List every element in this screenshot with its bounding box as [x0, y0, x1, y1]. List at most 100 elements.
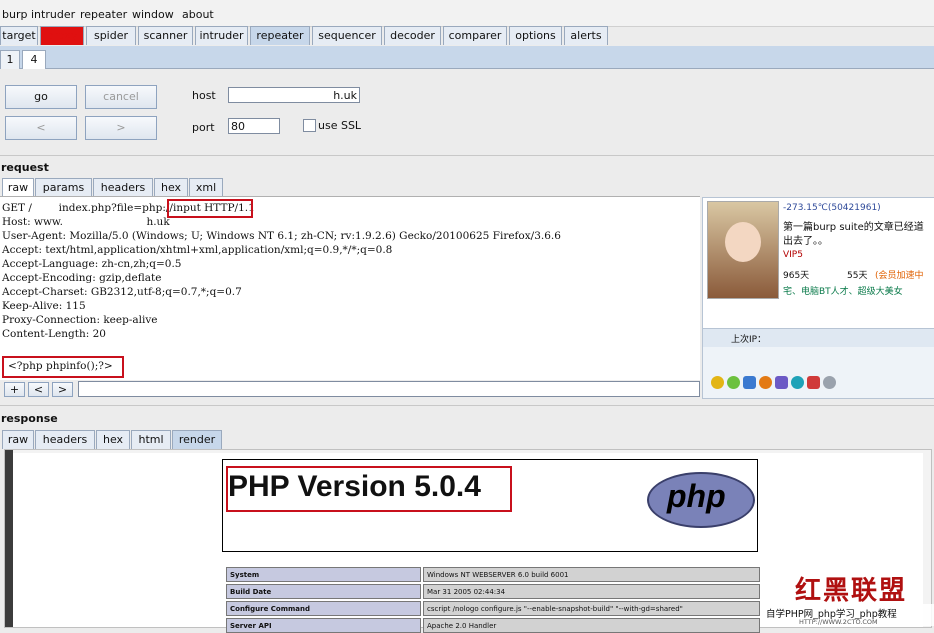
- request-editor[interactable]: GET / index.php?file=php://input HTTP/1.…: [0, 196, 700, 380]
- menu-window[interactable]: window: [132, 8, 174, 21]
- response-tab-html[interactable]: html: [131, 430, 171, 449]
- search-input[interactable]: [78, 381, 700, 397]
- php-header-box: PHP Version 5.0.4 php: [222, 459, 758, 552]
- smiley-icon[interactable]: [727, 376, 740, 389]
- tab-repeater[interactable]: repeater: [250, 26, 310, 45]
- tab-decoder[interactable]: decoder: [384, 26, 441, 45]
- tab-sequencer[interactable]: sequencer: [312, 26, 382, 45]
- chat-temp: -273.15℃(50421961): [783, 203, 881, 213]
- rendered-response[interactable]: PHP Version 5.0.4 php System Windows NT …: [4, 449, 932, 633]
- watermark-url: HTTP://WWW.2CTO.COM: [799, 618, 878, 626]
- app-icon[interactable]: [823, 376, 836, 389]
- last-ip-bar: 上次IP：: [703, 328, 934, 347]
- table-row-key: System: [226, 567, 421, 582]
- emoji-toolbar: [711, 376, 931, 392]
- go-button[interactable]: go: [5, 85, 77, 109]
- cancel-button[interactable]: cancel: [85, 85, 157, 109]
- scroll-border: [5, 450, 13, 627]
- table-row-key: Configure Command: [226, 601, 421, 616]
- last-ip-label: 上次IP：: [731, 335, 767, 345]
- php-logo: php: [647, 472, 755, 528]
- app-icon[interactable]: [759, 376, 772, 389]
- port-field[interactable]: 80: [228, 118, 280, 134]
- avatar: [707, 201, 779, 299]
- watermark-logo: 红黑联盟: [795, 576, 908, 606]
- next-match-button[interactable]: >: [52, 382, 73, 397]
- table-row-key: Build Date: [226, 584, 421, 599]
- vip-badge: VIP5: [783, 250, 803, 260]
- port-label: port: [192, 121, 215, 134]
- request-tab-hex[interactable]: hex: [154, 178, 188, 197]
- repeater-tab-bar: 1 4: [0, 46, 934, 69]
- tab-intruder[interactable]: intruder: [195, 26, 248, 45]
- request-line: Accept-Language: zh-cn,zh;q=0.5: [2, 258, 182, 270]
- table-row-value: Mar 31 2005 02:44:34: [423, 584, 760, 599]
- back-button[interactable]: <: [5, 116, 77, 140]
- host-field[interactable]: h.uk: [228, 87, 360, 103]
- tab-alerts[interactable]: alerts: [564, 26, 608, 45]
- prev-match-button[interactable]: <: [28, 382, 49, 397]
- response-tab-headers[interactable]: headers: [35, 430, 95, 449]
- use-ssl-checkbox[interactable]: [303, 119, 316, 132]
- tab-scanner[interactable]: scanner: [138, 26, 193, 45]
- response-tab-bar: raw headers hex html render: [0, 430, 260, 449]
- request-tab-params[interactable]: params: [35, 178, 92, 197]
- chat-message: 第一篇burp suite的文章已经道: [783, 222, 924, 233]
- online-days: 965天: [783, 271, 810, 281]
- member-days: 55天: [847, 271, 868, 281]
- avatar-face: [725, 222, 761, 262]
- watermark-caption-box: 自学PHP网_php学习_php教程 HTTP://WWW.2CTO.COM: [765, 604, 934, 626]
- table-row-value: cscript /nologo configure.js "--enable-s…: [423, 601, 760, 616]
- menu-about[interactable]: about: [182, 8, 214, 21]
- repeater-tab-1[interactable]: 1: [0, 50, 20, 69]
- divider: [0, 155, 934, 156]
- response-tab-render[interactable]: render: [172, 430, 222, 449]
- user-tags: 宅、电脑BT人才、超级大美女: [783, 287, 903, 297]
- tab-options[interactable]: options: [509, 26, 562, 45]
- highlight-box: [167, 199, 253, 218]
- menu-intruder[interactable]: intruder: [31, 8, 75, 21]
- accel-status: (会员加速中: [875, 271, 924, 281]
- request-line: Accept-Charset: GB2312,utf-8;q=0.7,*;q=0…: [2, 286, 242, 298]
- php-logo-text: php: [667, 478, 726, 514]
- menu-repeater[interactable]: repeater: [80, 8, 127, 21]
- request-line: Host: www. h.uk: [2, 216, 170, 228]
- request-tab-raw[interactable]: raw: [2, 178, 34, 197]
- app-icon[interactable]: [791, 376, 804, 389]
- request-line: Accept-Encoding: gzip,deflate: [2, 272, 162, 284]
- app-icon[interactable]: [775, 376, 788, 389]
- request-line: Proxy-Connection: keep-alive: [2, 314, 158, 326]
- response-tab-hex[interactable]: hex: [96, 430, 130, 449]
- use-ssl-label: use SSL: [318, 119, 362, 132]
- menu-bar: burp intruder repeater window about: [0, 0, 934, 27]
- menu-burp[interactable]: burp: [2, 8, 27, 21]
- host-label: host: [192, 89, 216, 102]
- response-tab-raw[interactable]: raw: [2, 430, 34, 449]
- request-line: Keep-Alive: 115: [2, 300, 86, 312]
- highlight-box: [2, 356, 124, 378]
- chat-popup: -273.15℃(50421961) 第一篇burp suite的文章已经道 出…: [702, 197, 934, 399]
- tab-proxy[interactable]: proxy: [40, 26, 84, 45]
- request-tab-bar: raw params headers hex xml: [0, 178, 260, 197]
- chat-message: 出去了。。: [783, 236, 828, 247]
- repeater-tab-4[interactable]: 4: [22, 50, 46, 69]
- request-line: Accept: text/html,application/xhtml+xml,…: [2, 244, 393, 256]
- request-search-bar: + < >: [0, 380, 700, 398]
- request-heading: request: [1, 161, 49, 174]
- smiley-icon[interactable]: [711, 376, 724, 389]
- request-line: Content-Length: 20: [2, 328, 106, 340]
- add-button[interactable]: +: [4, 382, 25, 397]
- request-line: User-Agent: Mozilla/5.0 (Windows; U; Win…: [2, 230, 561, 242]
- highlight-box: [226, 466, 512, 512]
- request-tab-headers[interactable]: headers: [93, 178, 153, 197]
- forward-button[interactable]: >: [85, 116, 157, 140]
- table-row-value: Windows NT WEBSERVER 6.0 build 6001: [423, 567, 760, 582]
- tab-target[interactable]: target: [0, 26, 38, 45]
- app-icon[interactable]: [743, 376, 756, 389]
- app-icon[interactable]: [807, 376, 820, 389]
- tab-spider[interactable]: spider: [86, 26, 136, 45]
- main-tab-bar: target proxy spider scanner intruder rep…: [0, 26, 934, 46]
- response-heading: response: [1, 412, 58, 425]
- request-tab-xml[interactable]: xml: [189, 178, 223, 197]
- tab-comparer[interactable]: comparer: [443, 26, 507, 45]
